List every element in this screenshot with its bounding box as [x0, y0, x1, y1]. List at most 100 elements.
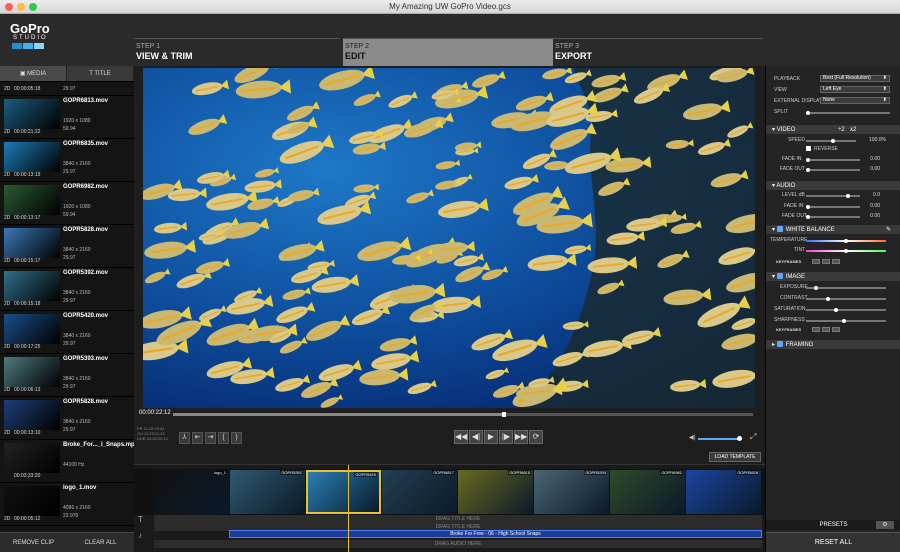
contrast-slider[interactable]	[806, 297, 886, 301]
audio-drop-zone[interactable]: DRAG AUDIO HERE	[154, 540, 762, 548]
volume-knob[interactable]	[737, 436, 742, 441]
video-fade-out-value[interactable]: 0.00	[866, 166, 880, 172]
speed-slider[interactable]	[806, 139, 856, 143]
audio-fade-out-slider[interactable]	[806, 215, 860, 219]
mark-out-icon[interactable]: ⇥	[205, 432, 216, 444]
audio-clip[interactable]: Broke For Free - 06 - High School Snaps	[229, 530, 762, 538]
audio-fade-out-value[interactable]: 0.00	[866, 213, 880, 219]
timeline-clip[interactable]: GOPR5393	[534, 470, 609, 514]
keyframe-next-button[interactable]	[832, 259, 840, 264]
play-icon[interactable]: ▶	[484, 430, 498, 444]
playback-select[interactable]: Best (Full Resolution) ⬍	[820, 75, 890, 82]
clear-all-button[interactable]: CLEAR ALL	[67, 533, 134, 552]
tint-knob[interactable]	[844, 249, 848, 253]
list-item[interactable]: GOPR5828.mov 3840 x 2160 29.97 2D 00:00:13:1…	[0, 397, 134, 440]
speed-knob[interactable]	[831, 139, 835, 143]
framing-section-header[interactable]: ▸ FRAMING	[766, 339, 900, 349]
in-point-icon[interactable]: {	[218, 432, 229, 444]
keyframe-add-button[interactable]	[822, 259, 830, 264]
exposure-knob[interactable]	[814, 286, 818, 290]
video-preview[interactable]	[143, 68, 755, 408]
video-fade-in-knob[interactable]	[806, 158, 810, 162]
list-item[interactable]: GOPR5392.mov 3840 x 2160 29.97 2D 00:00:15:1…	[0, 268, 134, 311]
timeline-clip[interactable]: GOPR6815	[458, 470, 533, 514]
close-icon[interactable]	[5, 3, 13, 11]
tint-slider[interactable]	[806, 249, 886, 253]
list-item[interactable]: GOPR5420.mov 3840 x 2160 29.97 2D 00:00:17:2…	[0, 311, 134, 354]
framing-checkbox[interactable]	[776, 341, 783, 348]
load-template-button[interactable]: LOAD TEMPLATE	[709, 452, 761, 462]
minimize-icon[interactable]	[17, 3, 25, 11]
list-item[interactable]: Broke_For..._l_Snaps.mp3 44100 Hz 00:03:33…	[0, 440, 134, 483]
level-slider[interactable]	[806, 194, 860, 198]
speed-half[interactable]: ÷2	[838, 125, 845, 135]
split-icon[interactable]: ⅄	[179, 432, 190, 444]
title-drop-zone[interactable]: DRAG TITLE HERE	[154, 515, 762, 523]
video-fade-in-slider[interactable]	[806, 158, 860, 162]
external-display-select[interactable]: None ⬍	[820, 97, 890, 104]
gear-icon[interactable]: ⚙	[876, 521, 894, 529]
tab-title[interactable]: T TITLE	[67, 66, 134, 81]
speed-value[interactable]: 100.0%	[866, 137, 886, 143]
keyframe-next-button[interactable]	[832, 327, 840, 332]
volume-slider[interactable]	[698, 436, 742, 441]
video-track[interactable]: logo_1 GOPR5392 GOPR5420 GOPR6817 GOPR6815 GO…	[134, 469, 765, 515]
eyedropper-icon[interactable]: ✎	[886, 225, 891, 235]
split-knob[interactable]	[806, 111, 810, 115]
timeline-clip[interactable]: GOPR5828	[686, 470, 761, 514]
temperature-knob[interactable]	[844, 239, 848, 243]
list-item[interactable]: GOPR6982.mov 1920 x 1080 59.94 2D 00:00:13:1…	[0, 182, 134, 225]
video-fade-out-slider[interactable]	[806, 168, 860, 172]
remove-clip-button[interactable]: REMOVE CLIP	[0, 533, 67, 552]
level-value[interactable]: 0.0	[866, 192, 880, 198]
audio-fade-in-slider[interactable]	[806, 205, 860, 209]
video-fade-in-value[interactable]: 0.00	[866, 156, 880, 162]
image-checkbox[interactable]	[776, 273, 783, 280]
keyframe-prev-button[interactable]	[812, 327, 820, 332]
list-item[interactable]: 2D 00:00:05:18 29.97	[0, 82, 134, 96]
audio-fade-in-knob[interactable]	[806, 205, 810, 209]
fullscreen-icon[interactable]: ⤢	[750, 432, 756, 442]
clip-list[interactable]: 2D 00:00:05:18 29.97 GOPR6813.mov 1920 x …	[0, 82, 134, 532]
scrub-knob[interactable]	[501, 412, 506, 417]
white-balance-header[interactable]: ▾ WHITE BALANCE ✎	[766, 224, 900, 234]
tab-media[interactable]: ▣ MEDIA	[0, 66, 67, 81]
playhead[interactable]	[348, 465, 349, 552]
video-section-header[interactable]: ▾ VIDEO ÷2 x2	[766, 124, 900, 134]
saturation-knob[interactable]	[834, 308, 838, 312]
temperature-slider[interactable]	[806, 239, 886, 243]
list-item[interactable]: logo_1.mov 4096 x 2160 23.976 2D 00:00:05:12	[0, 483, 134, 526]
step-back-icon[interactable]: ◀|	[469, 430, 483, 444]
timeline-clip[interactable]: GOPR6817	[382, 470, 457, 514]
mark-in-icon[interactable]: ⇤	[192, 432, 203, 444]
audio-section-header[interactable]: ▾ AUDIO	[766, 180, 900, 190]
loop-icon[interactable]: ⟳	[529, 430, 543, 444]
saturation-slider[interactable]	[806, 308, 886, 312]
view-select[interactable]: Left Eye ⬍	[820, 86, 890, 93]
scrubber[interactable]	[173, 412, 753, 417]
fast-forward-icon[interactable]: ▶▶	[514, 430, 528, 444]
video-fade-out-knob[interactable]	[806, 168, 810, 172]
exposure-slider[interactable]	[806, 286, 886, 290]
sharpness-knob[interactable]	[842, 319, 846, 323]
zoom-icon[interactable]	[29, 3, 37, 11]
keyframe-prev-button[interactable]	[812, 259, 820, 264]
list-item[interactable]: GOPR6813.mov 1920 x 1080 59.94 2D 00:00:21:2…	[0, 96, 134, 139]
audio-fade-out-knob[interactable]	[806, 215, 810, 219]
reverse-checkbox[interactable]	[806, 146, 811, 151]
list-item[interactable]: GOPR6835.mov 3840 x 2160 29.97 2D 00:00:13:1…	[0, 139, 134, 182]
rewind-icon[interactable]: ◀◀	[454, 430, 468, 444]
level-knob[interactable]	[846, 194, 850, 198]
out-point-icon[interactable]: }	[231, 432, 242, 444]
sharpness-slider[interactable]	[806, 319, 886, 323]
timeline-clip[interactable]: GOPR5420	[306, 470, 381, 514]
split-slider[interactable]	[806, 111, 890, 115]
timeline-clip[interactable]: GOPR5392	[230, 470, 305, 514]
reset-all-button[interactable]: RESET ALL	[766, 532, 900, 552]
audio-fade-in-value[interactable]: 0.00	[866, 203, 880, 209]
white-balance-checkbox[interactable]	[776, 226, 783, 233]
step-forward-icon[interactable]: |▶	[499, 430, 513, 444]
image-section-header[interactable]: ▾ IMAGE	[766, 271, 900, 281]
timeline-clip[interactable]: logo_1	[154, 470, 229, 514]
timeline-clip[interactable]: GOPR6982	[610, 470, 685, 514]
